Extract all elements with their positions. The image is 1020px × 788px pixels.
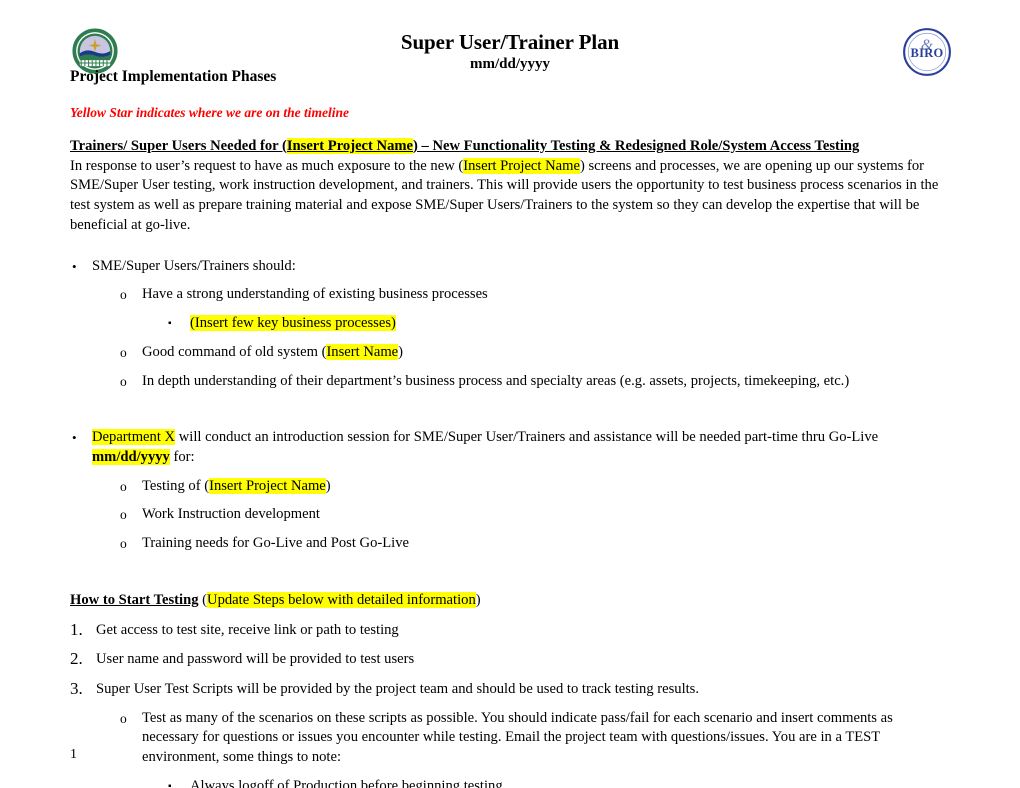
sub-item-test-scenarios: Test as many of the scenarios on these s… xyxy=(142,709,893,766)
bullet-text-in-depth-understanding: In depth understanding of their departme… xyxy=(142,372,850,389)
biro-logo: & BIRO xyxy=(901,26,953,78)
dept-item-highlight-project-name: Insert Project Name xyxy=(209,477,326,494)
dept-item-testing-part2: ) xyxy=(325,477,331,494)
dept-item-training-needs: Training needs for Go-Live and Post Go-L… xyxy=(142,535,409,552)
list-item: 1. Get access to test site, receive link… xyxy=(70,620,950,641)
step-text-test-scripts: Super User Test Scripts will be provided… xyxy=(96,680,700,697)
list-item: o Training needs for Go-Live and Post Go… xyxy=(70,534,950,554)
document-subtitle: Project Implementation Phases xyxy=(70,68,277,85)
step-number: 3. xyxy=(70,678,83,698)
list-item: 3. Super User Test Scripts will be provi… xyxy=(70,679,950,700)
sub-item-logoff-production: Always logoff of Production before begin… xyxy=(190,777,503,788)
circle-bullet-icon: o xyxy=(120,344,127,360)
circle-bullet-icon: o xyxy=(120,287,127,303)
timeline-note: Yellow Star indicates where we are on th… xyxy=(70,105,350,120)
step-text-username-password: User name and password will be provided … xyxy=(96,651,415,668)
dept-item-testing-part1: Testing of ( xyxy=(142,477,210,494)
how-to-start-heading: How to Start Testing xyxy=(70,591,199,608)
highlight-golive-date: mm/dd/yyyy xyxy=(92,449,170,466)
document-body: Trainers/ Super Users Needed for (Insert… xyxy=(70,137,950,788)
document-header: Super User/Trainer Plan mm/dd/yyyy & BIR… xyxy=(0,0,1020,85)
disc-bullet-icon: • xyxy=(72,258,77,274)
bullet-highlight-insert-name: Insert Name xyxy=(326,343,399,360)
intro-highlight-project-name: Insert Project Name xyxy=(463,157,580,174)
step-number: 1. xyxy=(70,619,83,639)
bullet-text-old-system-part2: ) xyxy=(398,343,404,360)
list-item: o Work Instruction development xyxy=(70,505,950,525)
page-number: 1 xyxy=(70,747,77,762)
heading-text-part1: Trainers/ Super Users Needed for ( xyxy=(70,138,287,154)
bullet-text-sme-should: SME/Super Users/Trainers should: xyxy=(92,257,296,274)
disc-bullet-icon: • xyxy=(72,430,77,446)
circle-bullet-icon: o xyxy=(120,373,127,389)
how-to-start-close-paren: ) xyxy=(475,591,481,608)
bullet-text-old-system-part1: Good command of old system ( xyxy=(142,343,327,360)
intro-part1: In response to user’s request to have as… xyxy=(70,157,464,174)
heading-text-part2: ) – New Functionality Testing & Redesign… xyxy=(413,138,860,154)
department-text-part2: for: xyxy=(169,449,195,466)
section-heading-trainers: Trainers/ Super Users Needed for (Insert… xyxy=(70,137,950,157)
how-to-start-open-paren: ( xyxy=(198,591,208,608)
heading-highlight-project-name: Insert Project Name xyxy=(286,138,414,154)
circle-bullet-icon: o xyxy=(120,710,127,726)
step-text-get-access: Get access to test site, receive link or… xyxy=(96,621,399,638)
list-item: ▪ (Insert few key business processes) xyxy=(70,314,950,334)
bullet-text-key-processes: (Insert few key business processes) xyxy=(190,314,396,331)
how-to-start-highlight: Update Steps below with detailed informa… xyxy=(207,591,476,608)
section-heading-how-to-start: How to Start Testing (Update Steps below… xyxy=(70,591,950,611)
intro-paragraph: In response to user’s request to have as… xyxy=(70,157,950,236)
list-item: o Testing of (Insert Project Name) xyxy=(70,477,950,497)
list-item: o Have a strong understanding of existin… xyxy=(70,285,950,305)
circle-bullet-icon: o xyxy=(120,507,127,523)
bullet-text-strong-understanding: Have a strong understanding of existing … xyxy=(142,286,488,303)
list-item: • SME/Super Users/Trainers should: xyxy=(70,257,950,277)
list-item: o Good command of old system (Insert Nam… xyxy=(70,343,950,363)
dept-item-work-instruction: Work Instruction development xyxy=(142,506,320,523)
step-number: 2. xyxy=(70,649,83,669)
svg-text:BIRO: BIRO xyxy=(911,46,944,60)
list-item: ▪ Always logoff of Production before beg… xyxy=(70,777,950,788)
department-text-part1: will conduct an introduction session for… xyxy=(175,429,879,446)
list-item: o In depth understanding of their depart… xyxy=(70,372,950,392)
list-item: o Test as many of the scenarios on these… xyxy=(70,709,950,768)
square-bullet-icon: ▪ xyxy=(168,780,172,788)
list-item: • Department X will conduct an introduct… xyxy=(70,428,950,467)
circle-bullet-icon: o xyxy=(120,536,127,552)
list-item: 2. User name and password will be provid… xyxy=(70,649,950,670)
square-bullet-icon: ▪ xyxy=(168,317,172,329)
document-page: Super User/Trainer Plan mm/dd/yyyy & BIR… xyxy=(0,0,1020,788)
highlight-department-x: Department X xyxy=(92,429,176,446)
circle-bullet-icon: o xyxy=(120,478,127,494)
page-title: Super User/Trainer Plan xyxy=(400,30,620,54)
